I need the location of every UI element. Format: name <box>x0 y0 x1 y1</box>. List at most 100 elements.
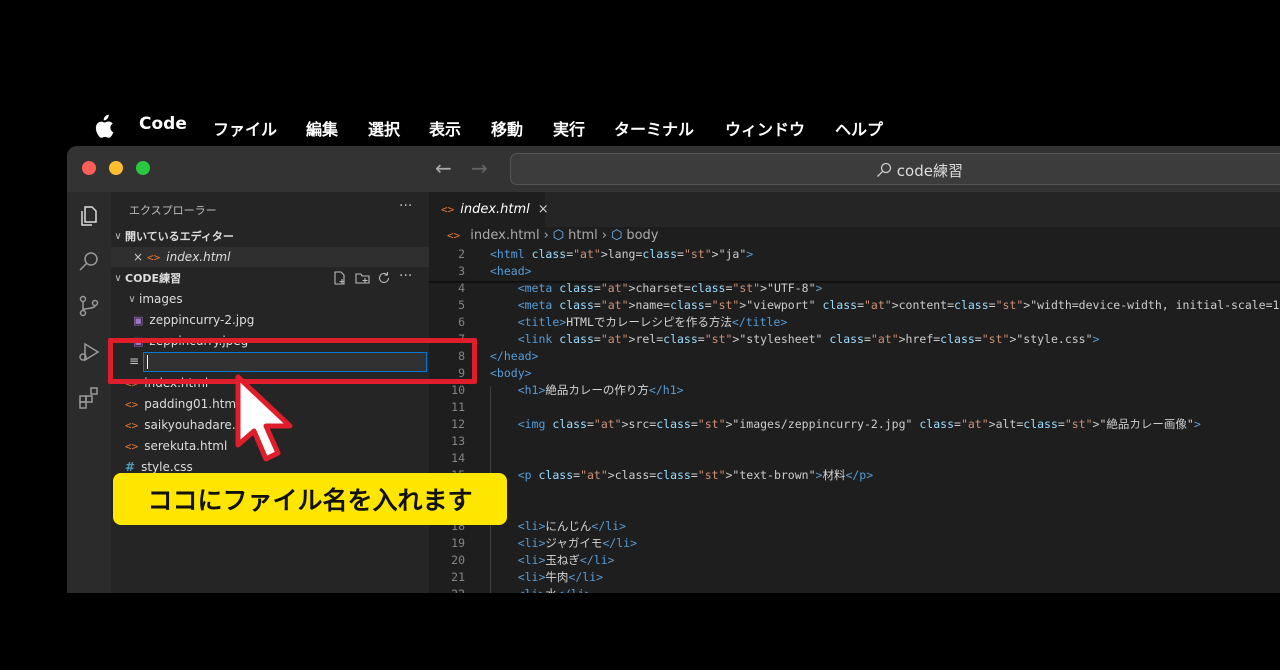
close-tab-icon[interactable]: × <box>538 202 549 217</box>
close-window-button[interactable] <box>82 161 96 175</box>
code-text: <body> <box>490 366 532 380</box>
code-line[interactable]: 2 <html class="at">lang=class="st">"ja"> <box>429 246 1280 263</box>
line-number: 3 <box>458 264 465 278</box>
code-line[interactable]: 21 <li>牛肉</li> <box>429 569 1280 586</box>
file-label: padding01.html <box>144 397 240 411</box>
code-line[interactable]: 16 <box>429 484 1280 501</box>
zoom-window-button[interactable] <box>136 161 150 175</box>
code-text: <title>HTMLでカレーレシピを作る方法</title> <box>517 315 788 329</box>
extensions-icon[interactable] <box>77 386 101 410</box>
line-number: 13 <box>451 434 465 448</box>
refresh-icon[interactable] <box>377 271 391 285</box>
code-line[interactable]: 15 <p class="at">class=class="st">"text-… <box>429 467 1280 484</box>
code-line[interactable]: 8 </head> <box>429 348 1280 365</box>
code-text: <img class="at">src=class="st">"images/z… <box>517 417 1201 431</box>
code-text: <head> <box>490 264 532 278</box>
menu-selection[interactable]: 選択 <box>368 116 400 140</box>
editor-tab-index[interactable]: <> index.html × <box>429 192 549 227</box>
code-text: <li>にんじん</li> <box>517 519 627 533</box>
close-editor-icon[interactable]: × <box>133 250 147 264</box>
breadcrumb: <> index.html › ⬡ html › ⬡ body <box>447 228 658 243</box>
element-icon: ⬡ <box>610 228 623 243</box>
code-line[interactable]: 3 <head> <box>429 263 1280 280</box>
explorer-icon[interactable] <box>77 204 101 228</box>
chevron-down-icon: ∨ <box>114 230 122 242</box>
code-line[interactable]: 18 <li>にんじん</li> <box>429 518 1280 535</box>
menu-edit[interactable]: 編集 <box>306 116 338 140</box>
menu-terminal[interactable]: ターミナル <box>614 116 694 140</box>
menu-file[interactable]: ファイル <box>213 116 277 140</box>
code-line[interactable]: 5 <meta class="at">name=class="st">"view… <box>429 297 1280 314</box>
html-file-icon: <> <box>447 229 461 242</box>
line-number: 22 <box>429 586 465 593</box>
code-line[interactable]: 6 <title>HTMLでカレーレシピを作る方法</title> <box>429 314 1280 331</box>
file-label: serekuta.html <box>144 439 228 453</box>
chevron-right-icon: › <box>543 228 549 243</box>
line-number: 14 <box>451 451 465 465</box>
line-number: 19 <box>451 536 465 550</box>
code-text: </head> <box>490 349 539 363</box>
chevron-right-icon: › <box>601 228 607 243</box>
code-line[interactable]: 22 <li>水</li> <box>429 586 1280 593</box>
new-file-icon[interactable] <box>333 271 347 285</box>
command-center-search[interactable]: code練習 <box>510 153 1280 185</box>
code-line[interactable]: 12 <img class="at">src=class="st">"image… <box>429 416 1280 433</box>
html-file-icon: <> <box>125 397 139 411</box>
tree-folder-images[interactable]: ∨ images <box>111 289 429 309</box>
menu-app-name[interactable]: Code <box>139 114 187 134</box>
code-line[interactable]: 11 <box>429 399 1280 416</box>
new-folder-icon[interactable] <box>355 271 370 285</box>
minimize-window-button[interactable] <box>109 161 123 175</box>
folder-section[interactable]: ∨ CODE練習 ··· <box>111 268 429 288</box>
chevron-down-icon: ∨ <box>128 293 136 305</box>
breadcrumb-file[interactable]: index.html <box>470 228 539 243</box>
code-line[interactable]: 13 <box>429 433 1280 450</box>
search-icon[interactable] <box>77 250 101 274</box>
open-editors-header: 開いているエディター <box>125 230 234 243</box>
tree-file-image[interactable]: ▣ zeppincurry-2.jpg <box>111 310 429 330</box>
code-line[interactable]: 20 <li>玉ねぎ</li> <box>429 552 1280 569</box>
editor-tab-bar: <> index.html × <box>429 192 1280 227</box>
apple-icon[interactable] <box>92 114 114 140</box>
menu-help[interactable]: ヘルプ <box>835 116 883 140</box>
chevron-down-icon: ∨ <box>114 272 122 284</box>
line-number: 5 <box>458 298 465 312</box>
code-line[interactable]: 17 <box>429 501 1280 518</box>
line-number: 10 <box>451 383 465 397</box>
code-text: <h1>絶品カレーの作り方</h1> <box>517 383 684 397</box>
element-icon: ⬡ <box>552 228 565 243</box>
menu-go[interactable]: 移動 <box>491 116 523 140</box>
line-number: 2 <box>458 247 465 261</box>
open-editors-section[interactable]: ∨ 開いているエディター <box>111 226 429 246</box>
code-line[interactable]: 7 <link class="at">rel=class="st">"style… <box>429 331 1280 348</box>
instruction-callout: ココにファイル名を入れます <box>113 473 507 525</box>
forward-arrow-icon[interactable]: → <box>471 156 488 180</box>
code-line[interactable]: 19 <li>ジャガイモ</li> <box>429 535 1280 552</box>
line-number: 21 <box>451 570 465 584</box>
folder-more-icon[interactable]: ··· <box>399 268 412 284</box>
run-debug-icon[interactable] <box>77 340 101 364</box>
code-text: <link class="at">rel=class="st">"stylesh… <box>517 332 1100 346</box>
workspace-name: code練習 <box>896 162 963 180</box>
code-line[interactable]: 9 <body> <box>429 365 1280 382</box>
more-actions-icon[interactable]: ··· <box>399 198 412 214</box>
breadcrumb-html[interactable]: html <box>568 228 598 243</box>
code-line[interactable]: 10 <h1>絶品カレーの作り方</h1> <box>429 382 1280 399</box>
source-control-icon[interactable] <box>77 294 101 318</box>
sticky-scroll-shadow <box>429 281 1280 284</box>
code-text: <li>牛肉</li> <box>517 570 604 584</box>
menu-run[interactable]: 実行 <box>553 116 585 140</box>
line-number: 12 <box>451 417 465 431</box>
html-file-icon: <> <box>125 418 139 432</box>
mouse-pointer-icon <box>235 374 293 462</box>
menu-view[interactable]: 表示 <box>429 116 461 140</box>
breadcrumb-body[interactable]: body <box>626 228 658 243</box>
open-editor-label: index.html <box>166 250 231 264</box>
menu-window[interactable]: ウィンドウ <box>725 116 805 140</box>
code-text: <html class="at">lang=class="st">"ja"> <box>490 247 754 261</box>
code-line[interactable]: 14 <box>429 450 1280 467</box>
code-text: <li>ジャガイモ</li> <box>517 536 637 550</box>
open-editor-item[interactable]: × <> index.html <box>111 247 429 267</box>
back-arrow-icon[interactable]: ← <box>435 156 452 180</box>
image-file-icon: ▣ <box>133 313 144 327</box>
